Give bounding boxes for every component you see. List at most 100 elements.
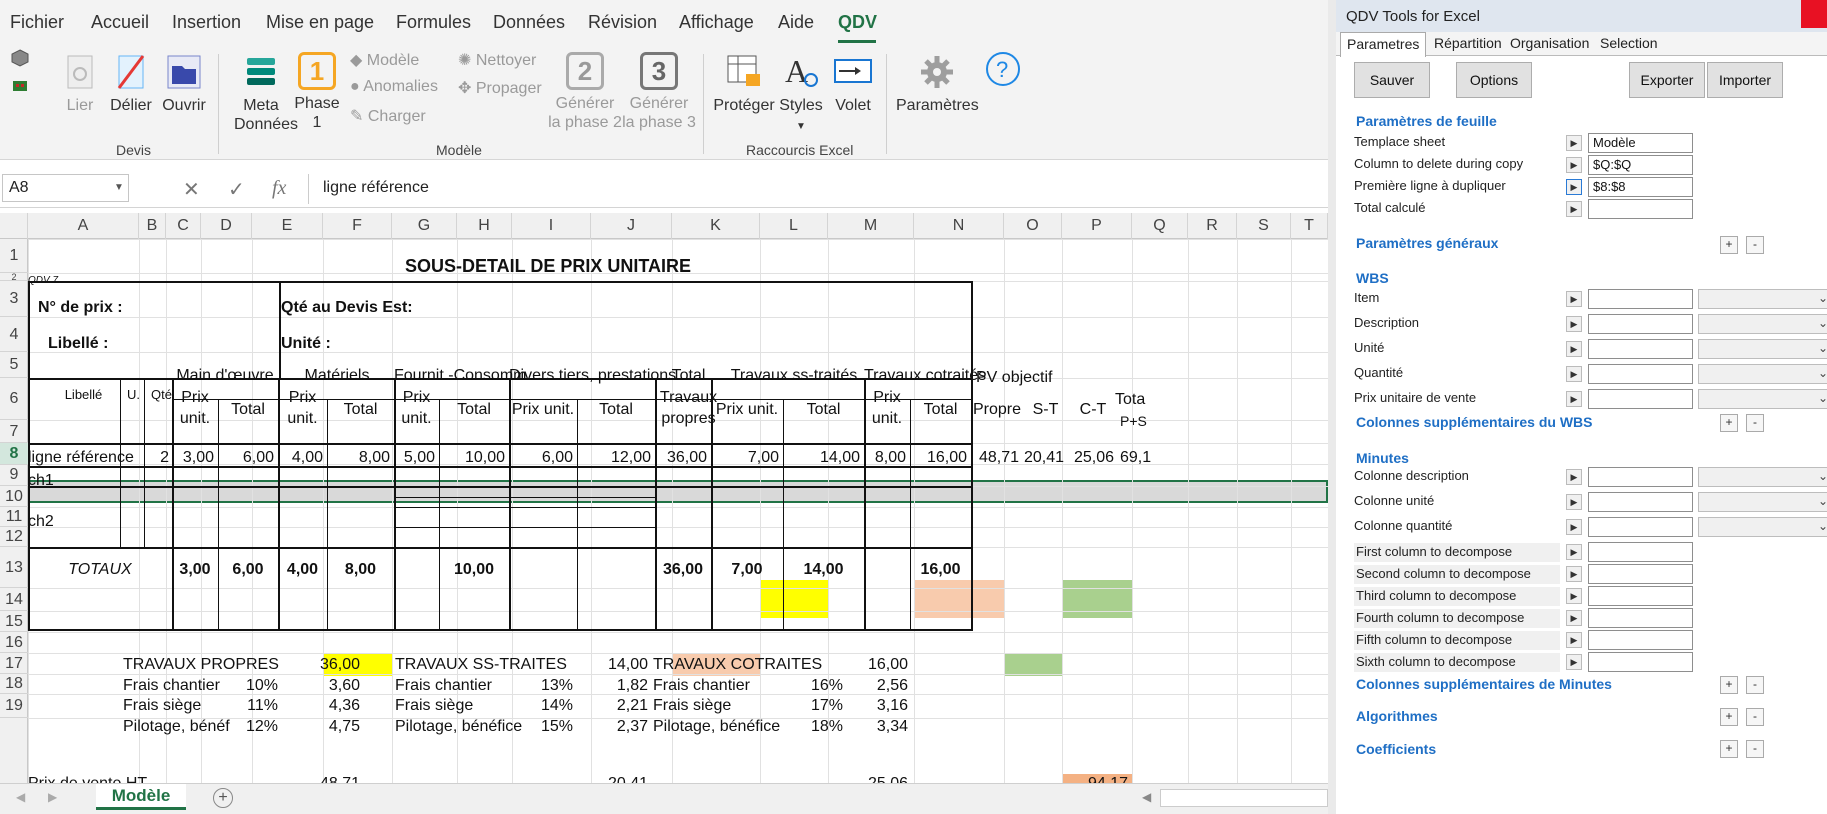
- wbs-1-arrow-icon[interactable]: ▶: [1566, 316, 1582, 332]
- column-header-r[interactable]: R: [1188, 213, 1237, 239]
- expand-col-wbs-button[interactable]: +: [1720, 414, 1738, 432]
- cell-g8[interactable]: 8,00: [327, 449, 390, 467]
- section-col-minutes[interactable]: Colonnes supplémentaires de Minutes: [1356, 676, 1612, 692]
- section-coefficients[interactable]: Coefficients: [1356, 741, 1436, 757]
- formula-input[interactable]: ligne référence: [323, 179, 429, 197]
- cell-d8[interactable]: 3,00: [172, 449, 214, 467]
- minutes-2-select[interactable]: ⌄: [1698, 517, 1827, 537]
- sheet-cells[interactable]: SOUS-DETAIL DE PRIX UNITAIRE QDV 7 N° de…: [28, 239, 1328, 783]
- menu-fichier[interactable]: Fichier: [10, 12, 64, 33]
- decompose-0-arrow-icon[interactable]: ▶: [1566, 544, 1582, 560]
- confirm-icon[interactable]: ✓: [228, 177, 245, 202]
- column-header-s[interactable]: S: [1237, 213, 1291, 239]
- column-header-j[interactable]: J: [591, 213, 672, 239]
- column-header-t[interactable]: T: [1291, 213, 1328, 239]
- minutes-2-arrow-icon[interactable]: ▶: [1566, 519, 1582, 535]
- modele-button[interactable]: ◆ Modèle: [350, 50, 419, 70]
- scroll-right-icon[interactable]: ▶: [48, 790, 57, 804]
- row-header-7[interactable]: 7: [0, 420, 28, 443]
- wbs-4-select[interactable]: ⌄: [1698, 389, 1827, 409]
- row-header-14[interactable]: 14: [0, 588, 28, 611]
- section-feuille[interactable]: Paramètres de feuille: [1356, 113, 1497, 129]
- cell-e8[interactable]: 6,00: [218, 449, 274, 467]
- column-header-d[interactable]: D: [201, 213, 252, 239]
- section-col-wbs[interactable]: Colonnes supplémentaires du WBS: [1356, 414, 1592, 430]
- menu-affichage[interactable]: Affichage: [679, 12, 754, 33]
- row-header-5[interactable]: 5: [0, 352, 28, 378]
- menu-qdv[interactable]: QDV: [838, 12, 877, 33]
- row-header-18[interactable]: 18: [0, 674, 28, 694]
- volet-button[interactable]: Volet: [830, 52, 876, 115]
- wbs-4-arrow-icon[interactable]: ▶: [1566, 391, 1582, 407]
- charger-button[interactable]: ✎ Charger: [350, 106, 426, 126]
- decompose-2-arrow-icon[interactable]: ▶: [1566, 588, 1582, 604]
- decompose-5-arrow-icon[interactable]: ▶: [1566, 654, 1582, 670]
- menu-donnees[interactable]: Données: [493, 12, 565, 33]
- generer-phase-3-button[interactable]: 3 Générer la phase 3: [622, 52, 696, 132]
- menu-revision[interactable]: Révision: [588, 12, 657, 33]
- row-header-12[interactable]: 12: [0, 527, 28, 547]
- cell-l8[interactable]: 36,00: [655, 449, 707, 467]
- feuille-1-input[interactable]: $Q:$Q: [1588, 155, 1693, 175]
- wbs-0-arrow-icon[interactable]: ▶: [1566, 291, 1582, 307]
- hscroll-left-icon[interactable]: ◀: [1142, 790, 1151, 804]
- feuille-2-arrow-icon[interactable]: ▶: [1566, 179, 1582, 195]
- styles-button[interactable]: A Styles ▼: [776, 52, 826, 136]
- row-header-6[interactable]: 6: [0, 378, 28, 420]
- column-header-m[interactable]: M: [828, 213, 914, 239]
- decompose-1-arrow-icon[interactable]: ▶: [1566, 566, 1582, 582]
- cell-n8[interactable]: 14,00: [783, 449, 860, 467]
- ouvrir-button[interactable]: Ouvrir: [158, 52, 210, 115]
- row-header-19[interactable]: 19: [0, 694, 28, 718]
- importer-button[interactable]: Importer: [1707, 62, 1783, 98]
- row-header-17[interactable]: 17: [0, 653, 28, 674]
- wbs-4-input[interactable]: [1588, 389, 1693, 409]
- minutes-0-select[interactable]: ⌄: [1698, 467, 1827, 487]
- expand-col-minutes-button[interactable]: +: [1720, 676, 1738, 694]
- propager-button[interactable]: ✥ Propager: [458, 78, 542, 98]
- feuille-1-arrow-icon[interactable]: ▶: [1566, 157, 1582, 173]
- section-generaux[interactable]: Paramètres généraux: [1356, 235, 1498, 251]
- cell-t8[interactable]: 69,1: [1120, 449, 1151, 467]
- generer-phase-2-button[interactable]: 2 Générer la phase 2: [548, 52, 622, 132]
- feuille-3-arrow-icon[interactable]: ▶: [1566, 201, 1582, 217]
- cell-q8[interactable]: 48,71: [971, 449, 1019, 467]
- nettoyer-button[interactable]: ✺ Nettoyer: [458, 50, 536, 70]
- row-header-13[interactable]: 13: [0, 547, 28, 588]
- decompose-5-input[interactable]: [1588, 652, 1693, 672]
- column-header-n[interactable]: N: [914, 213, 1004, 239]
- minutes-2-input[interactable]: [1588, 517, 1693, 537]
- column-header-k[interactable]: K: [672, 213, 760, 239]
- feuille-3-input[interactable]: [1588, 199, 1693, 219]
- feuille-2-input[interactable]: $8:$8: [1588, 177, 1693, 197]
- column-header-b[interactable]: B: [139, 213, 166, 239]
- parametres-button[interactable]: Paramètres: [896, 52, 979, 115]
- row-header-3[interactable]: 3: [0, 281, 28, 317]
- section-minutes[interactable]: Minutes: [1356, 450, 1409, 466]
- sheet-tab-modele[interactable]: Modèle: [96, 784, 186, 810]
- delier-button[interactable]: Délier: [106, 52, 156, 115]
- small-cube-icon[interactable]: [10, 48, 30, 73]
- row-header-9[interactable]: 9: [0, 464, 28, 486]
- lier-button[interactable]: Lier: [55, 52, 105, 115]
- phase-1-button[interactable]: 1 Phase 1: [294, 52, 340, 132]
- help-icon[interactable]: ?: [984, 50, 1022, 93]
- section-wbs[interactable]: WBS: [1356, 270, 1389, 286]
- column-header-e[interactable]: E: [252, 213, 323, 239]
- add-sheet-icon[interactable]: +: [213, 788, 233, 808]
- row-header-1[interactable]: 1: [0, 239, 28, 273]
- column-header-c[interactable]: C: [166, 213, 201, 239]
- menu-accueil[interactable]: Accueil: [91, 12, 149, 33]
- expand-algorithmes-button[interactable]: +: [1720, 708, 1738, 726]
- cell-r8[interactable]: 20,41: [1023, 449, 1064, 467]
- minutes-0-input[interactable]: [1588, 467, 1693, 487]
- minutes-1-input[interactable]: [1588, 492, 1693, 512]
- minutes-0-arrow-icon[interactable]: ▶: [1566, 469, 1582, 485]
- column-header-f[interactable]: F: [323, 213, 392, 239]
- chevron-down-icon[interactable]: ▼: [114, 182, 124, 193]
- small-robot-icon[interactable]: [10, 76, 30, 101]
- cell-k8[interactable]: 12,00: [577, 449, 651, 467]
- row-header-11[interactable]: 11: [0, 507, 28, 527]
- anomalies-button[interactable]: ● Anomalies: [350, 78, 438, 96]
- row-header-2[interactable]: 2: [0, 273, 28, 282]
